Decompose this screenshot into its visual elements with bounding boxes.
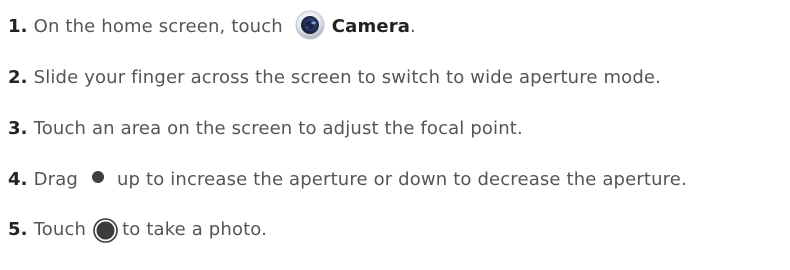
step-text-after: up to increase the aperture or down to d… [117, 168, 687, 190]
step-2: 2. Slide your finger across the screen t… [8, 62, 661, 92]
step-text-after: to take a photo. [122, 218, 268, 240]
step-number: 4. [8, 168, 28, 190]
camera-app-label: Camera [331, 15, 411, 37]
step-text: Touch [33, 218, 87, 240]
step-number: 2. [8, 66, 28, 88]
step-5: 5. Touch to take a photo. [8, 214, 267, 244]
step-text: Drag [33, 168, 78, 190]
shutter-button-icon [93, 217, 118, 243]
camera-app-icon [295, 10, 325, 40]
step-4: 4. Drag up to increase the aperture or d… [8, 164, 687, 194]
step-3: 3. Touch an area on the screen to adjust… [8, 113, 523, 143]
step-number: 3. [8, 117, 28, 139]
aperture-slider-dot-icon [92, 171, 104, 183]
step-text: On the home screen, touch [33, 15, 283, 37]
step-number: 5. [8, 218, 28, 240]
step-text: Slide your finger across the screen to s… [33, 66, 662, 88]
step-text-after: . [410, 15, 416, 37]
step-1: 1. On the home screen, touch Camera . [8, 10, 416, 41]
step-text: Touch an area on the screen to adjust th… [33, 117, 523, 139]
step-number: 1. [8, 15, 28, 37]
